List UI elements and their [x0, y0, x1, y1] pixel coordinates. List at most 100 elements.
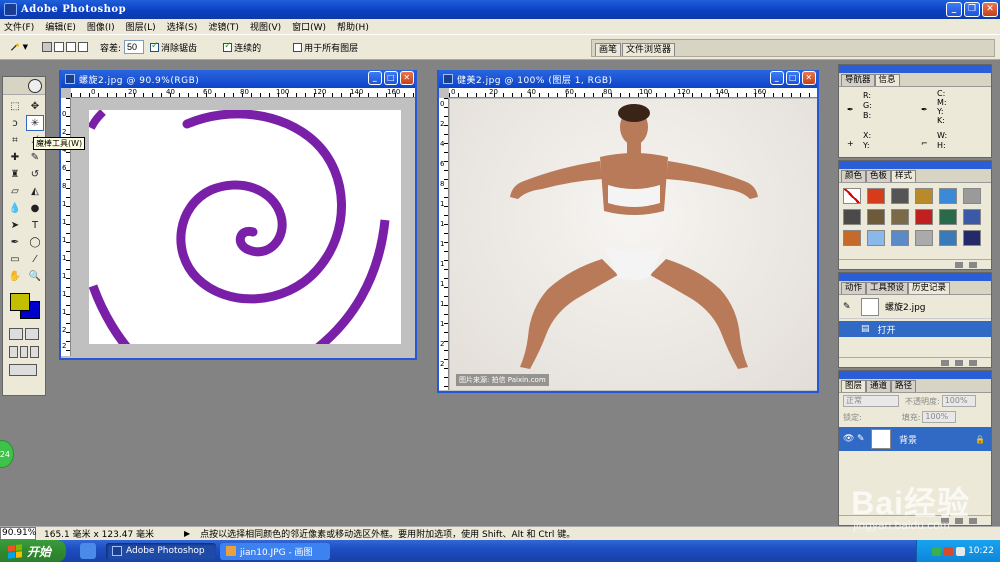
- tray-icon[interactable]: [944, 546, 954, 556]
- style-swatch[interactable]: [939, 230, 957, 246]
- move-tool-icon[interactable]: ✥: [26, 98, 44, 114]
- doc1-close-button[interactable]: ✕: [400, 71, 414, 85]
- tolerance-input[interactable]: [124, 40, 145, 54]
- style-swatch[interactable]: [963, 209, 981, 225]
- subtract-selection-icon[interactable]: [66, 42, 76, 52]
- intersect-selection-icon[interactable]: [78, 42, 88, 52]
- blend-mode-select[interactable]: 正常: [843, 395, 899, 407]
- tab-navigator[interactable]: 导航器: [841, 74, 875, 86]
- blur-tool-icon[interactable]: 💧: [6, 200, 24, 216]
- pen-tool-icon[interactable]: ✒: [6, 234, 24, 250]
- delete-layer-icon[interactable]: [969, 517, 977, 524]
- new-document-icon[interactable]: [941, 359, 949, 366]
- side-badge[interactable]: 24: [0, 440, 14, 468]
- zoom-field[interactable]: 90.91%: [0, 527, 36, 540]
- style-swatch[interactable]: [915, 188, 933, 204]
- menu-window[interactable]: 窗口(W): [292, 20, 326, 33]
- brush-tool-icon[interactable]: ✎: [26, 149, 44, 165]
- tab-tool-presets[interactable]: 工具预设: [866, 282, 909, 294]
- new-selection-icon[interactable]: [42, 42, 52, 52]
- doc2-maximize-button[interactable]: □: [786, 71, 800, 85]
- foreground-color[interactable]: [10, 293, 30, 311]
- tab-history[interactable]: 历史记录: [908, 282, 951, 294]
- history-brush-icon[interactable]: ↺: [26, 166, 44, 182]
- menu-layer[interactable]: 图层(L): [126, 20, 156, 33]
- hand-tool-icon[interactable]: ✋: [6, 268, 24, 284]
- style-none[interactable]: [843, 188, 861, 204]
- photo-canvas[interactable]: 图片来源: 拍信 Paixin.com: [450, 99, 817, 390]
- tray-icon[interactable]: [956, 546, 966, 556]
- menu-file[interactable]: 文件(F): [4, 20, 34, 33]
- eyedropper-icon[interactable]: ⁄: [26, 251, 44, 267]
- spiral-canvas[interactable]: [89, 110, 401, 344]
- well-tab-brushes[interactable]: 画笔: [595, 43, 622, 56]
- style-swatch[interactable]: [939, 188, 957, 204]
- menu-filter[interactable]: 滤镜(T): [208, 20, 239, 33]
- style-swatch[interactable]: [867, 230, 885, 246]
- style-swatch[interactable]: [915, 209, 933, 225]
- adobe-online-icon[interactable]: [28, 79, 42, 93]
- style-swatch[interactable]: [843, 230, 861, 246]
- quick-mask-icon[interactable]: [25, 328, 39, 340]
- style-swatch[interactable]: [963, 188, 981, 204]
- delete-state-icon[interactable]: [969, 359, 977, 366]
- show-desktop-icon[interactable]: [80, 543, 96, 559]
- tab-color[interactable]: 颜色: [841, 170, 867, 182]
- magic-wand-preset-icon[interactable]: ▼: [10, 39, 28, 55]
- contiguous-checkbox[interactable]: 连续的: [223, 41, 261, 54]
- dodge-tool-icon[interactable]: ●: [26, 200, 44, 216]
- paint-bucket-icon[interactable]: ◭: [26, 183, 44, 199]
- type-tool-icon[interactable]: T: [26, 217, 44, 233]
- menu-edit[interactable]: 编辑(E): [45, 20, 76, 33]
- path-select-icon[interactable]: ➤: [6, 217, 24, 233]
- screen-mode-1-icon[interactable]: [9, 346, 18, 358]
- style-swatch[interactable]: [867, 209, 885, 225]
- style-swatch[interactable]: [891, 230, 909, 246]
- delete-style-icon[interactable]: [969, 261, 977, 268]
- clone-stamp-icon[interactable]: ♜: [6, 166, 24, 182]
- history-state-open[interactable]: ▤ 打开: [839, 321, 991, 337]
- marquee-tool-icon[interactable]: ⬚: [6, 98, 24, 114]
- menu-help[interactable]: 帮助(H): [337, 20, 369, 33]
- healing-brush-icon[interactable]: ✚: [6, 149, 24, 165]
- style-swatch[interactable]: [963, 230, 981, 246]
- magic-wand-tool-icon[interactable]: ✳: [26, 115, 44, 131]
- doc2-minimize-button[interactable]: _: [770, 71, 784, 85]
- style-swatch[interactable]: [915, 230, 933, 246]
- standard-mode-icon[interactable]: [9, 328, 23, 340]
- task-photoshop[interactable]: Adobe Photoshop: [106, 542, 216, 560]
- shape-tool-icon[interactable]: ◯: [26, 234, 44, 250]
- close-button[interactable]: ✕: [982, 2, 998, 17]
- tab-actions[interactable]: 动作: [841, 282, 867, 294]
- screen-mode-3-icon[interactable]: [30, 346, 40, 358]
- style-swatch[interactable]: [891, 188, 909, 204]
- minimize-button[interactable]: _: [946, 2, 962, 17]
- start-button[interactable]: 开始: [0, 540, 66, 562]
- menu-image[interactable]: 图像(I): [87, 20, 115, 33]
- style-swatch[interactable]: [939, 209, 957, 225]
- tab-layers[interactable]: 图层: [841, 380, 867, 392]
- tab-swatches[interactable]: 色板: [866, 170, 892, 182]
- arrow-icon[interactable]: ▶: [184, 529, 190, 538]
- doc1-minimize-button[interactable]: _: [368, 71, 382, 85]
- tab-info[interactable]: 信息: [874, 74, 900, 86]
- clock[interactable]: 10:22: [968, 546, 994, 556]
- style-swatch[interactable]: [843, 209, 861, 225]
- doc1-maximize-button[interactable]: □: [384, 71, 398, 85]
- opacity-field[interactable]: 100%: [941, 395, 976, 407]
- antialias-checkbox[interactable]: 消除锯齿: [150, 41, 197, 54]
- notes-tool-icon[interactable]: ▭: [6, 251, 24, 267]
- doc2-close-button[interactable]: ✕: [802, 71, 816, 85]
- new-snapshot-icon[interactable]: [955, 359, 963, 366]
- eye-visibility-icon[interactable]: 👁: [843, 434, 857, 444]
- tray-icon[interactable]: [932, 546, 942, 556]
- restore-button[interactable]: ❐: [964, 2, 980, 17]
- eraser-tool-icon[interactable]: ▱: [6, 183, 24, 199]
- history-snapshot[interactable]: ✎ 螺旋2.jpg: [839, 295, 991, 319]
- task-paint[interactable]: jian10.JPG - 画图: [220, 542, 330, 560]
- tab-paths[interactable]: 路径: [891, 380, 917, 392]
- document-size[interactable]: 165.1 毫米 x 123.47 毫米: [44, 527, 184, 540]
- new-style-icon[interactable]: [955, 261, 963, 268]
- zoom-tool-icon[interactable]: 🔍: [26, 268, 44, 284]
- tab-styles[interactable]: 样式: [891, 170, 917, 182]
